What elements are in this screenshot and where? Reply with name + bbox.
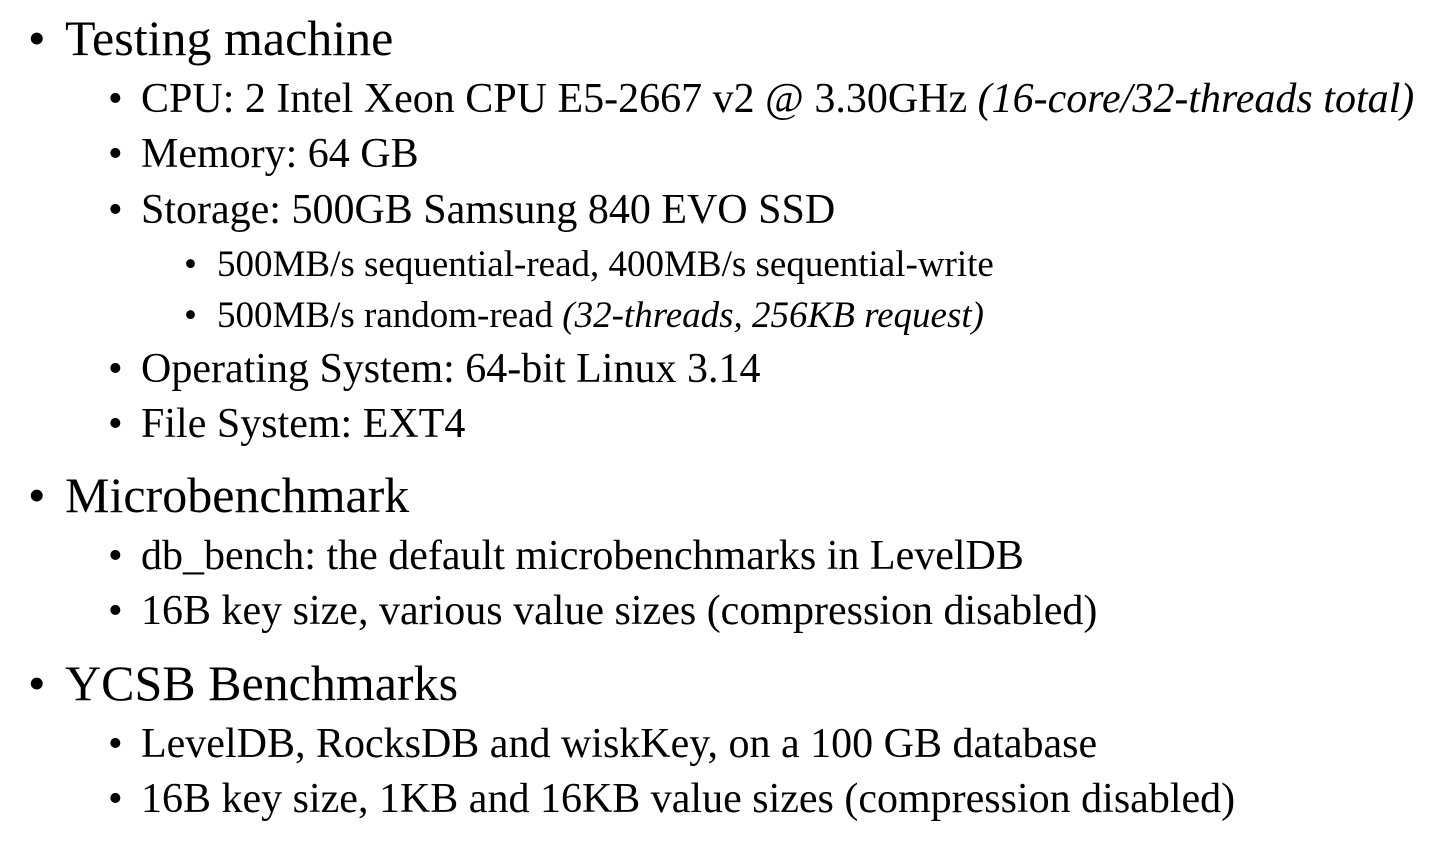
section-heading-testing-machine: • Testing machine: [28, 10, 394, 66]
list-item-ycsb-sizes: • 16B key size, 1KB and 16KB value sizes …: [108, 776, 1236, 822]
list-item-databases: • LevelDB, RocksDB and wiskKey, on a 100 …: [108, 721, 1098, 767]
bullet-icon: •: [184, 244, 197, 285]
list-item-key-size: • 16B key size, various value sizes (comp…: [108, 588, 1098, 634]
bullet-icon: •: [184, 295, 197, 336]
list-item-filesystem: • File System: EXT4: [108, 401, 466, 447]
bullet-icon: •: [108, 346, 123, 392]
item-note: (16-core/32-threads total): [977, 76, 1415, 122]
item-text: Storage: 500GB Samsung 840 EVO SSD: [141, 187, 836, 233]
heading-text: YCSB Benchmarks: [65, 655, 459, 711]
section-heading-ycsb: • YCSB Benchmarks: [28, 655, 459, 711]
item-text: db_bench: the default microbenchmarks in…: [141, 533, 1024, 579]
heading-text: Microbenchmark: [65, 467, 410, 523]
item-text: Operating System: 64-bit Linux 3.14: [141, 346, 761, 392]
item-text: 500MB/s random-read: [217, 295, 563, 336]
bullet-icon: •: [108, 533, 123, 579]
list-item-os: • Operating System: 64-bit Linux 3.14: [108, 346, 761, 392]
section-heading-microbenchmark: • Microbenchmark: [28, 467, 410, 523]
list-item-storage: • Storage: 500GB Samsung 840 EVO SSD: [108, 187, 836, 233]
item-text: 500MB/s sequential-read, 400MB/s sequent…: [217, 244, 994, 285]
item-note: (32-threads, 256KB request): [562, 295, 984, 336]
bullet-icon: •: [108, 401, 123, 447]
list-subitem-sequential: • 500MB/s sequential-read, 400MB/s sequen…: [184, 244, 994, 285]
bullet-icon: •: [108, 721, 123, 767]
list-subitem-random: • 500MB/s random-read (32-threads, 256KB …: [184, 295, 984, 336]
item-text: 16B key size, various value sizes (compr…: [141, 588, 1098, 634]
item-text: 16B key size, 1KB and 16KB value sizes (…: [141, 776, 1236, 822]
item-text: CPU: 2 Intel Xeon CPU E5-2667 v2 @ 3.30G…: [141, 76, 978, 122]
item-text: LevelDB, RocksDB and wiskKey, on a 100 G…: [141, 721, 1098, 767]
list-item-db-bench: • db_bench: the default microbenchmarks i…: [108, 533, 1024, 579]
bullet-icon: •: [28, 10, 46, 66]
heading-text: Testing machine: [65, 10, 394, 66]
list-item-memory: • Memory: 64 GB: [108, 131, 419, 177]
item-text: File System: EXT4: [141, 401, 466, 447]
bullet-icon: •: [108, 776, 123, 822]
item-text: Memory: 64 GB: [141, 131, 419, 177]
bullet-icon: •: [28, 655, 46, 711]
bullet-icon: •: [108, 131, 123, 177]
list-item-cpu: • CPU: 2 Intel Xeon CPU E5-2667 v2 @ 3.30…: [108, 76, 1415, 122]
bullet-icon: •: [108, 76, 123, 122]
bullet-icon: •: [108, 588, 123, 634]
bullet-icon: •: [28, 467, 46, 523]
bullet-icon: •: [108, 187, 123, 233]
